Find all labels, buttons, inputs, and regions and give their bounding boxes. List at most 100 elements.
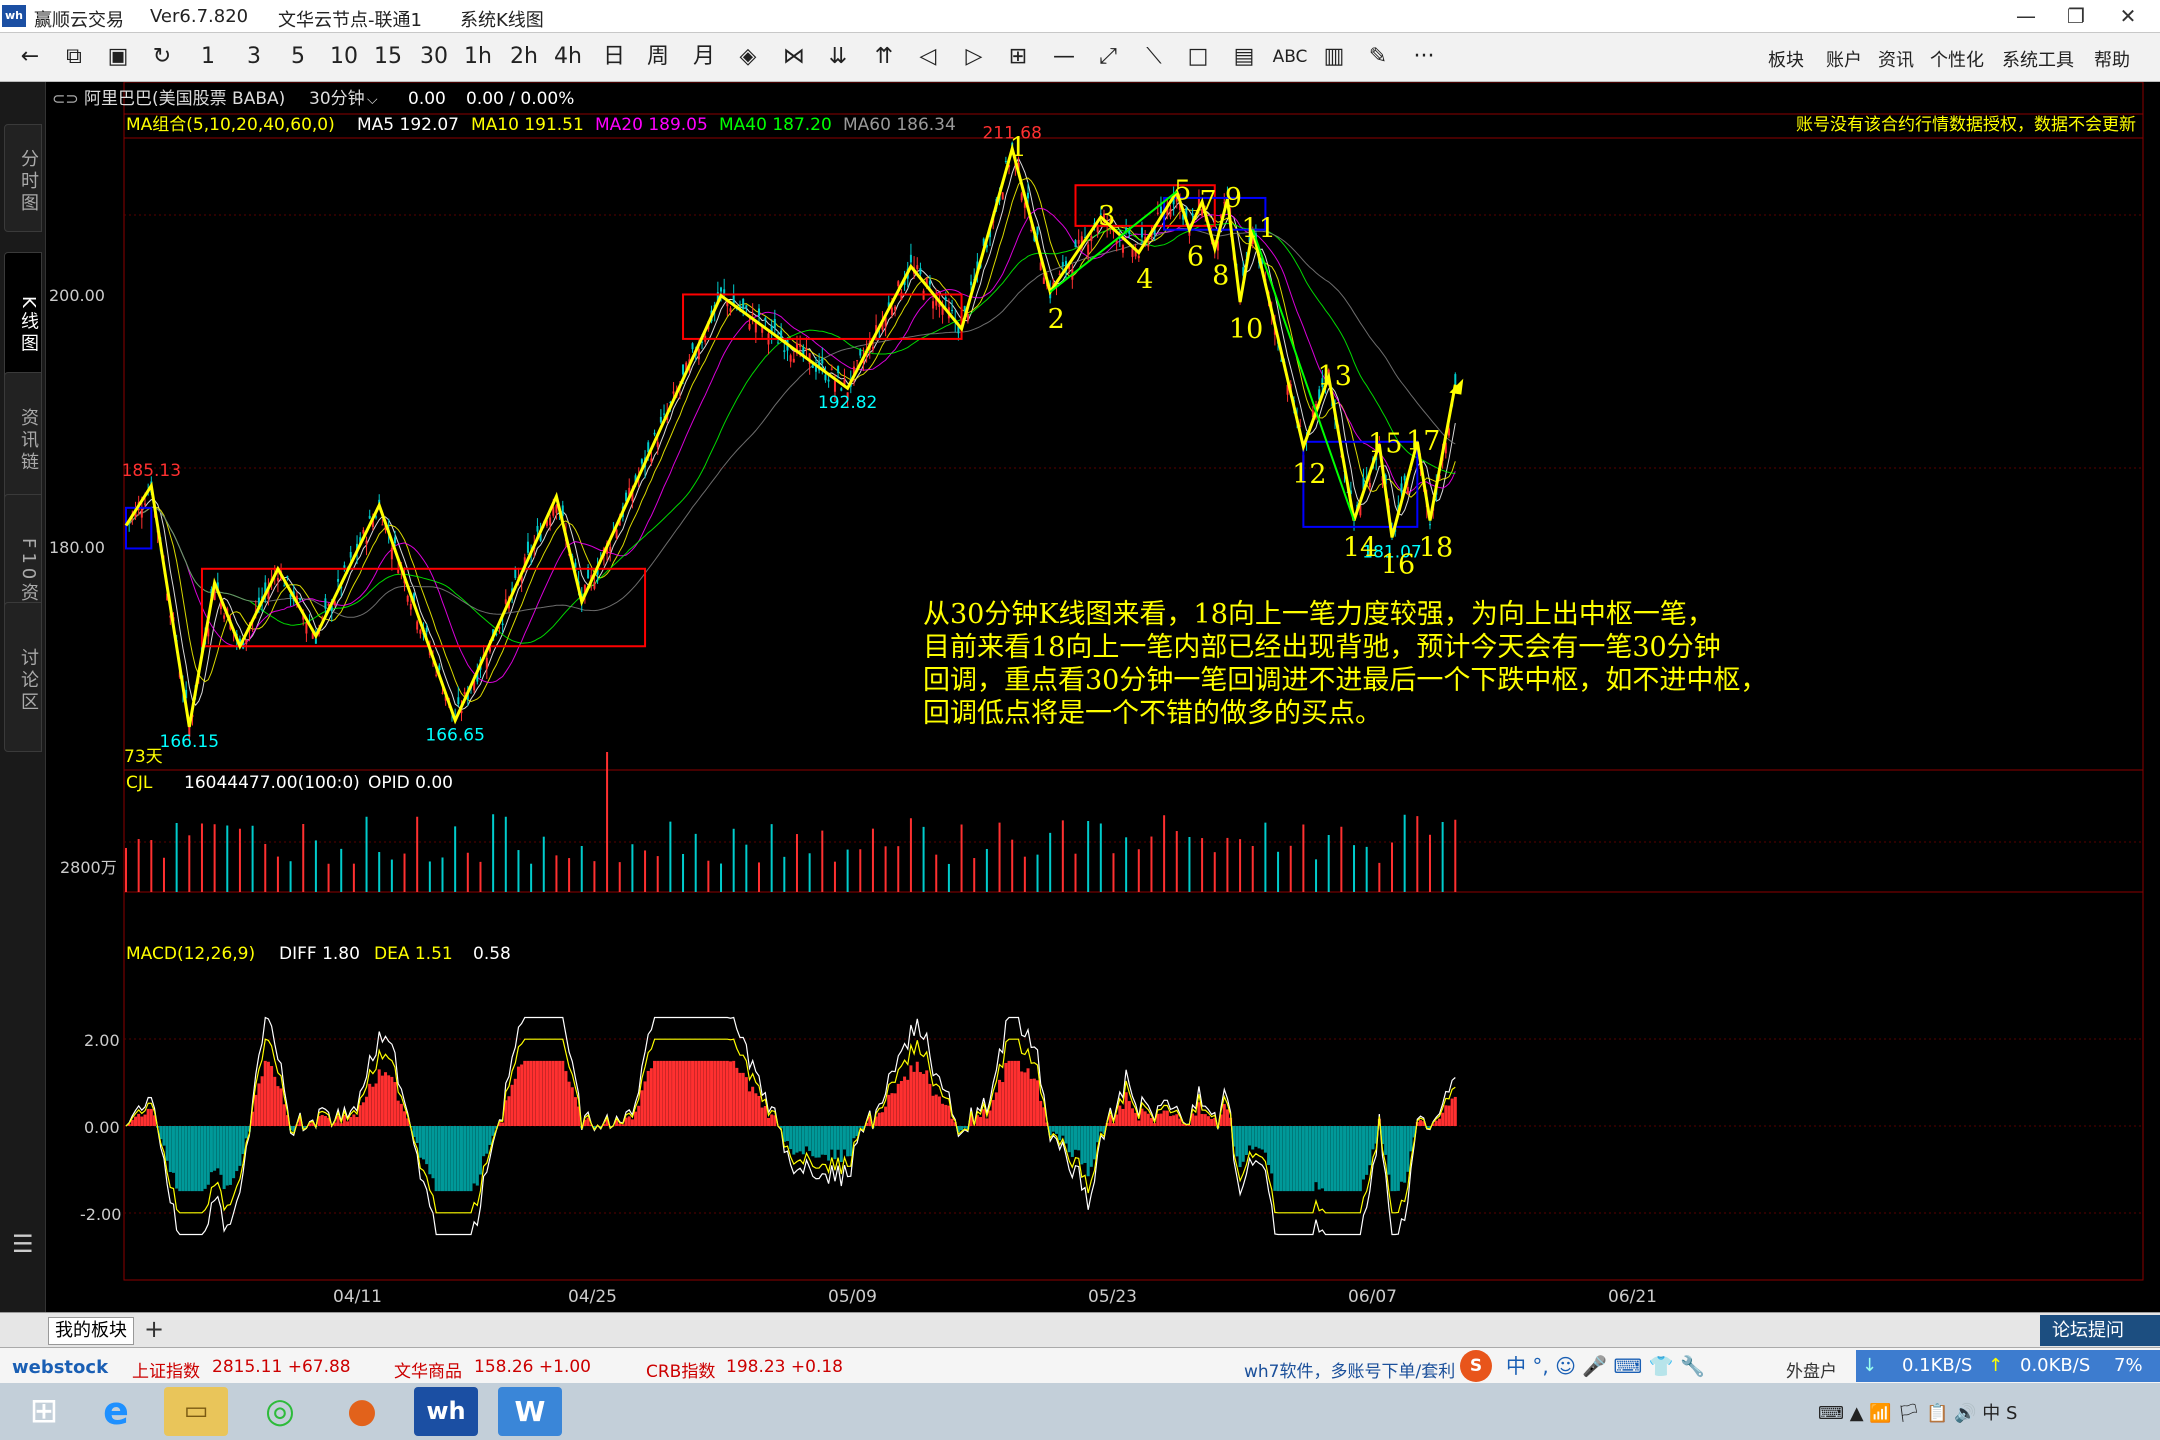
prev-icon[interactable]: ◁ — [910, 43, 946, 71]
candle-body — [659, 416, 662, 423]
menu-news[interactable]: 资讯 — [1878, 46, 1914, 72]
macd-label[interactable]: MACD(12,26,9) — [126, 944, 255, 964]
stroke-number: 7 — [1200, 186, 1217, 217]
stroke-number: 10 — [1229, 314, 1263, 345]
menu-personalize[interactable]: 个性化 — [1930, 46, 1984, 72]
wh-index-name[interactable]: 文华商品 — [394, 1357, 462, 1382]
candle-body — [305, 622, 308, 634]
candle-body — [830, 368, 833, 370]
period-month-button[interactable]: 月 — [686, 43, 722, 71]
candle-body — [799, 343, 802, 347]
close-button[interactable]: ✕ — [2108, 3, 2148, 29]
more-icon[interactable]: ··· — [1406, 43, 1442, 71]
period-30m-button[interactable]: 30 — [416, 43, 452, 71]
period-1h-button[interactable]: 1h — [460, 43, 496, 71]
menu-help[interactable]: 帮助 — [2094, 46, 2130, 72]
my-sector-tab[interactable]: 我的板块 — [48, 1317, 134, 1345]
back-icon[interactable]: ← — [12, 43, 48, 71]
crb-index-name[interactable]: CRB指数 — [646, 1357, 715, 1382]
ie-icon[interactable]: e — [84, 1387, 148, 1436]
candle-body — [932, 301, 935, 309]
ma-group-label[interactable]: MA组合(5,10,20,40,60,0) — [126, 115, 335, 135]
system-tray[interactable]: ⌨ ▲ 📶 🏳 📋 🔊 中 S — [1818, 1399, 2017, 1425]
minimize-button[interactable]: — — [2006, 3, 2046, 29]
candle-body — [970, 281, 973, 286]
candle-body — [1400, 483, 1403, 493]
ime-toolbar[interactable]: 中 °, ☺ 🎤 ⌨ 👕 🔧 — [1506, 1350, 1705, 1382]
chart-line-icon[interactable]: ⧉ — [56, 43, 92, 71]
rect-tool-icon[interactable]: □ — [1180, 43, 1216, 71]
chevron-down-icon[interactable]: ⌵ — [367, 92, 378, 108]
candle-body — [1140, 227, 1143, 238]
link-icon[interactable]: ⊂⊃ — [52, 89, 79, 108]
refresh-icon[interactable]: ↻ — [144, 43, 180, 71]
volume-label[interactable]: CJL — [126, 773, 153, 793]
expand-icon[interactable]: ⇈ — [866, 43, 902, 71]
nav-tab-discussion[interactable]: 讨论区 — [4, 602, 42, 752]
nav-tab-news-chain[interactable]: 资讯链 — [4, 372, 42, 502]
status-bar: webstock 上证指数 2815.11 +67.88 文华商品 158.26… — [0, 1347, 2160, 1383]
explorer-icon[interactable]: ▭ — [164, 1387, 228, 1436]
candle-body — [764, 317, 767, 321]
candle-body — [333, 601, 336, 605]
ma60-value: MA60 186.34 — [843, 115, 956, 135]
candle-body — [805, 348, 808, 350]
collapse-icon[interactable]: ⇊ — [820, 43, 856, 71]
stroke-number: 12 — [1292, 459, 1326, 490]
period-1m-button[interactable]: 1 — [190, 43, 226, 71]
forum-button[interactable]: 论坛提问 — [2040, 1315, 2160, 1346]
period-4h-button[interactable]: 4h — [550, 43, 586, 71]
promo-text[interactable]: wh7软件，多账号下单/套利 — [1244, 1357, 1455, 1382]
bowtie-icon[interactable]: ⋈ — [776, 43, 812, 71]
period-day-button[interactable]: 日 — [596, 43, 632, 71]
candle-body — [909, 254, 912, 263]
next-icon[interactable]: ▷ — [956, 43, 992, 71]
sh-index-name[interactable]: 上证指数 — [132, 1357, 200, 1382]
candle-body — [1027, 192, 1030, 199]
period-10m-button[interactable]: 10 — [326, 43, 362, 71]
windows-start-icon[interactable]: ⊞ — [12, 1387, 76, 1436]
wechat-icon[interactable]: ◎ — [248, 1387, 312, 1436]
sh-index-value: 2815.11 +67.88 — [212, 1357, 351, 1377]
date-tick: 05/09 — [828, 1287, 877, 1307]
bar-tool-icon[interactable]: ▥ — [1316, 43, 1352, 71]
menu-account[interactable]: 账户 — [1826, 46, 1862, 72]
menu-sector[interactable]: 板块 — [1768, 46, 1804, 72]
stroke-number: 8 — [1212, 261, 1229, 292]
text-tool-icon[interactable]: ABC — [1270, 43, 1310, 71]
wps-icon[interactable]: W — [498, 1387, 562, 1436]
period-2h-button[interactable]: 2h — [506, 43, 542, 71]
period-15m-button[interactable]: 15 — [370, 43, 406, 71]
view-title: 系统K线图 — [460, 10, 544, 31]
nav-tab-kline[interactable]: K线图 — [4, 252, 42, 392]
candle-body — [821, 357, 824, 364]
line-tool-icon[interactable]: — — [1046, 43, 1082, 71]
symbol-name[interactable]: 阿里巴巴(美国股票 BABA) — [84, 89, 285, 109]
candle-body — [283, 585, 286, 587]
grid-icon[interactable]: ⊞ — [1000, 43, 1036, 71]
stroke-number: 17 — [1406, 426, 1440, 457]
candle-body — [390, 547, 393, 560]
segment-tool-icon[interactable]: ⟍ — [1136, 43, 1172, 71]
period-3m-button[interactable]: 3 — [236, 43, 272, 71]
sogou-icon[interactable]: S — [1460, 1350, 1492, 1382]
eraser-icon[interactable]: ✎ — [1360, 43, 1396, 71]
candle-body — [1128, 230, 1131, 234]
firefox-icon[interactable]: ● — [330, 1387, 394, 1436]
period-5m-button[interactable]: 5 — [280, 43, 316, 71]
wh6-icon[interactable]: wh — [414, 1387, 478, 1436]
fib-tool-icon[interactable]: ▤ — [1226, 43, 1262, 71]
ray-tool-icon[interactable]: ⤢ — [1090, 43, 1126, 71]
save-icon[interactable]: ▣ — [100, 43, 136, 71]
maximize-button[interactable]: ❐ — [2056, 3, 2096, 29]
add-tab-button[interactable]: + — [144, 1315, 164, 1343]
taskbar: ⊞ e ▭ ◎ ● wh W ⌨ ▲ 📶 🏳 📋 🔊 中 S — [0, 1383, 2160, 1440]
menu-system-tools[interactable]: 系统工具 — [2002, 46, 2074, 72]
nav-tab-timeshare[interactable]: 分时图 — [4, 124, 42, 232]
candle-body — [1454, 374, 1457, 385]
period-week-button[interactable]: 周 — [640, 43, 676, 71]
list-icon[interactable]: ☰ — [12, 1230, 34, 1258]
outer-account[interactable]: 外盘户 — [1786, 1357, 1837, 1382]
period-select[interactable]: 30分钟 — [309, 89, 365, 109]
diamond-icon[interactable]: ◈ — [730, 43, 766, 71]
